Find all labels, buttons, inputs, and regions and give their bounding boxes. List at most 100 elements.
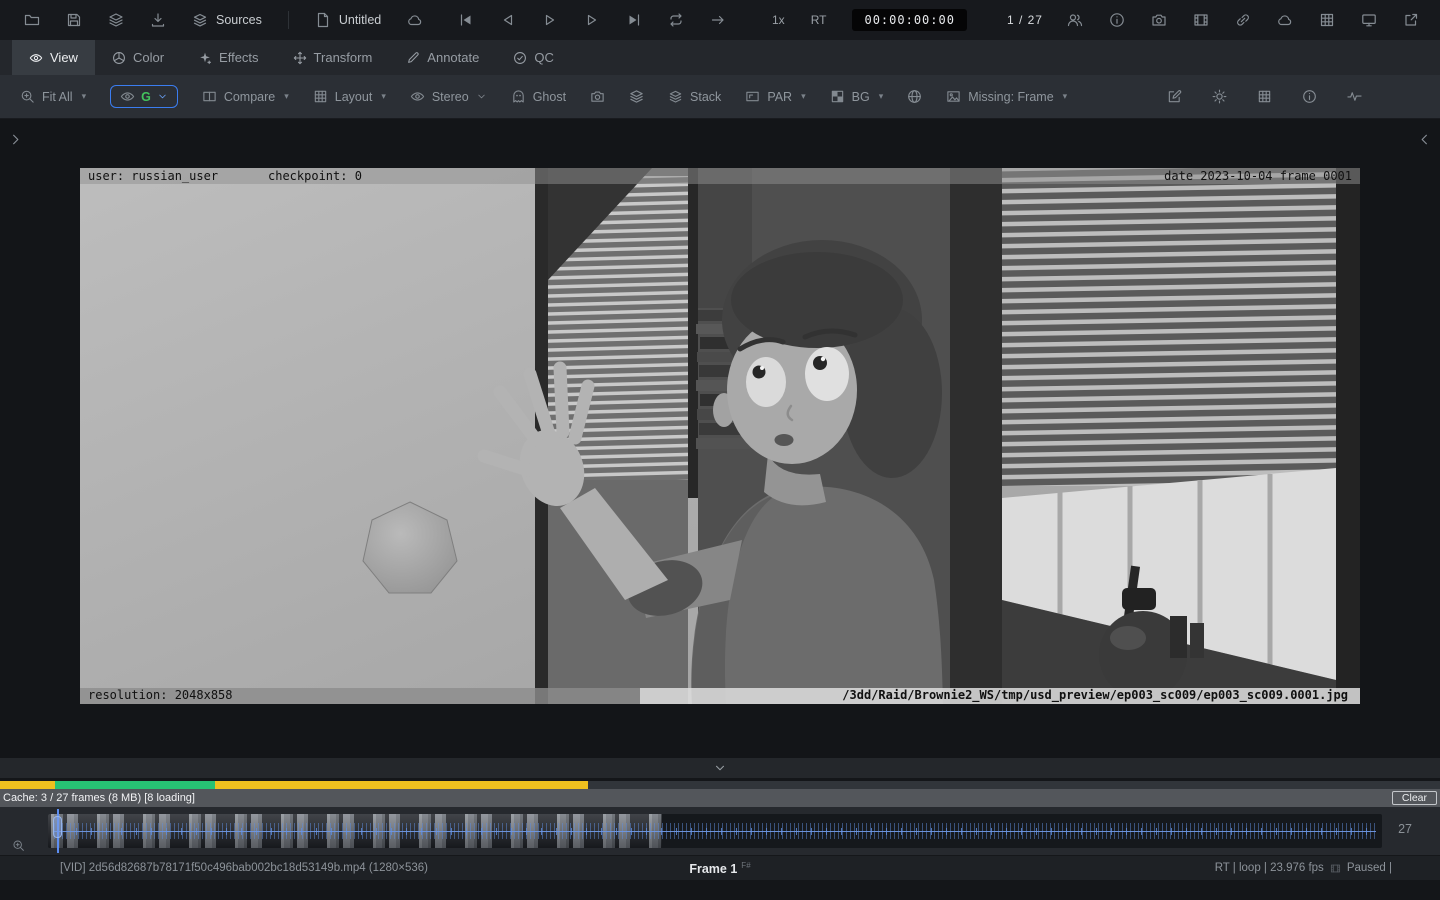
caret-icon: ▾ [801, 91, 806, 102]
grid-icon [1319, 12, 1335, 28]
brightness-button[interactable] [1212, 89, 1227, 104]
film-icon [1193, 12, 1209, 28]
cache-segment [215, 781, 588, 789]
grid-overlay-button[interactable] [1257, 89, 1272, 104]
document-icon [315, 12, 331, 28]
timeline[interactable]: 27 [0, 807, 1440, 855]
color-wheel-icon [112, 51, 126, 65]
cloud-sync-button[interactable] [407, 12, 423, 28]
frame-counter: 1 / 27 [1007, 13, 1043, 27]
audio-waveform [54, 823, 1376, 839]
par-dropdown[interactable]: PAR ▾ [745, 89, 805, 104]
stereo-dropdown[interactable]: Stereo [410, 89, 487, 104]
expand-left-panel-button[interactable] [8, 132, 23, 147]
link-session-button[interactable] [1235, 12, 1251, 28]
clear-cache-button[interactable]: Clear [1392, 791, 1437, 805]
compare-split-icon [202, 89, 217, 104]
step-back-button[interactable] [500, 12, 516, 28]
layers-icon [108, 12, 124, 28]
tab-color[interactable]: Color [95, 40, 181, 75]
sources-button[interactable]: Sources [192, 12, 262, 28]
missing-frame-dropdown[interactable]: Missing: Frame ▾ [946, 89, 1067, 104]
layers-icon [629, 89, 644, 104]
cloud-icon [1277, 12, 1293, 28]
titlebar: Sources Untitled 1x RT 00:00:00:00 1 / 2… [0, 0, 1440, 40]
panels-grid-button[interactable] [1319, 12, 1335, 28]
cache-status-text: Cache: 3 / 27 frames (8 MB) [8 loading] [3, 792, 195, 804]
tab-effects[interactable]: Effects [181, 40, 276, 75]
statusbar: [VID] 2d56d82687b78171f50c496bab002bc18d… [0, 855, 1440, 880]
edit-square-icon [1167, 89, 1182, 104]
snapshot-frame-button[interactable] [590, 89, 605, 104]
timeline-zoom-button[interactable] [12, 839, 25, 852]
open-button[interactable] [24, 12, 40, 28]
render-button[interactable] [1193, 12, 1209, 28]
hud-info-button[interactable] [1302, 89, 1317, 104]
step-forward-button[interactable] [584, 12, 600, 28]
view-toolbar: Fit All ▾ G Compare ▾ Layout ▾ Stereo Gh… [0, 75, 1440, 119]
review-app-window: Sources Untitled 1x RT 00:00:00:00 1 / 2… [0, 0, 1440, 900]
skip-to-start-button[interactable] [458, 12, 474, 28]
scopes-button[interactable] [1347, 89, 1362, 104]
tab-transform-label: Transform [314, 50, 373, 65]
tab-qc-label: QC [534, 50, 554, 65]
ocio-display-button[interactable] [907, 89, 922, 104]
playhead[interactable] [57, 809, 59, 853]
layer-view-button[interactable] [629, 89, 644, 104]
popout-button[interactable] [1403, 12, 1419, 28]
realtime-toggle[interactable]: RT [811, 13, 827, 27]
cloud-status-button[interactable] [1277, 12, 1293, 28]
sources-label: Sources [216, 13, 262, 27]
paused-label: Paused | [1347, 862, 1392, 874]
mode-tabbar: View Color Effects Transform Annotate QC [0, 40, 1440, 75]
info-icon [1302, 89, 1317, 104]
bg-dropdown[interactable]: BG ▾ [830, 89, 884, 104]
viewport[interactable]: user: russian_user checkpoint: 0 date 20… [0, 119, 1440, 758]
grid-icon [313, 89, 328, 104]
media-info-button[interactable] [1109, 12, 1125, 28]
edit-overlays-button[interactable] [1167, 89, 1182, 104]
burnin-user: user: russian_user [88, 169, 218, 183]
tab-transform[interactable]: Transform [276, 40, 390, 75]
stack-button[interactable]: Stack [668, 89, 721, 104]
tab-view[interactable]: View [12, 40, 95, 75]
timecode-display: 00:00:00:00 [852, 9, 966, 31]
skip-to-end-button[interactable] [626, 12, 642, 28]
burnin-resolution: resolution: 2048x858 [88, 688, 233, 702]
ghost-toggle[interactable]: Ghost [511, 89, 566, 104]
session-button[interactable]: Untitled [315, 12, 381, 28]
filmstrip[interactable] [48, 814, 1382, 848]
loop-mode-button[interactable] [668, 12, 684, 28]
stack-label: Stack [690, 90, 721, 104]
monitor-icon [1361, 12, 1377, 28]
import-button[interactable] [150, 12, 166, 28]
step-back-icon [500, 12, 516, 28]
layout-dropdown[interactable]: Layout ▾ [313, 89, 386, 104]
compare-dropdown[interactable]: Compare ▾ [202, 89, 289, 104]
fit-dropdown[interactable]: Fit All ▾ [20, 89, 86, 104]
caret-icon: ▾ [381, 91, 386, 102]
playback-controls: 1x RT 00:00:00:00 1 / 27 [458, 0, 1043, 40]
play-button[interactable] [542, 12, 558, 28]
tab-annotate[interactable]: Annotate [389, 40, 496, 75]
playlists-button[interactable] [108, 12, 124, 28]
chevron-down-icon [157, 91, 168, 102]
ghost-icon [511, 89, 526, 104]
stack-icon [668, 89, 683, 104]
collapse-right-panel-button[interactable] [1417, 132, 1432, 147]
playhead-handle[interactable] [53, 816, 62, 838]
channel-dropdown[interactable]: G [110, 85, 178, 108]
collaborators-button[interactable] [1067, 12, 1083, 28]
playback-speed-button[interactable]: 1x [772, 13, 785, 27]
tab-qc[interactable]: QC [496, 40, 571, 75]
save-button[interactable] [66, 12, 82, 28]
next-clip-button[interactable] [710, 12, 726, 28]
media-info-text: [VID] 2d56d82687b78171f50c496bab002bc18d… [60, 862, 428, 874]
video-frame[interactable]: user: russian_user checkpoint: 0 date 20… [80, 168, 1360, 704]
tab-color-label: Color [133, 50, 164, 65]
timeline-collapse-strip[interactable] [0, 758, 1440, 778]
qc-check-icon [513, 51, 527, 65]
snapshot-button[interactable] [1151, 12, 1167, 28]
presentation-button[interactable] [1361, 12, 1377, 28]
link-icon [1235, 12, 1251, 28]
